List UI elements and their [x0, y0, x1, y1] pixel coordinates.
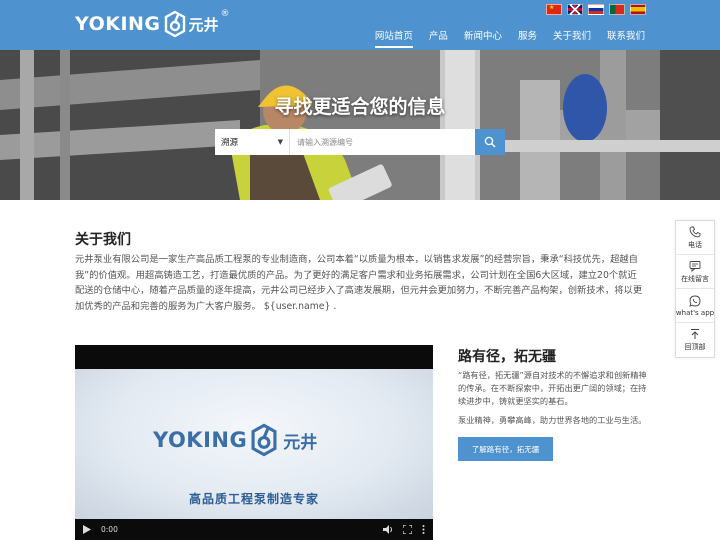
main-nav: 网站首页 产品 新闻中心 服务 关于我们 联系我们: [374, 28, 645, 48]
nav-item-products[interactable]: 产品: [429, 28, 448, 48]
side-label-message: 在线留言: [681, 274, 709, 283]
side-label-whatsapp: what's app: [675, 308, 715, 317]
russia-flag-icon[interactable]: [588, 4, 604, 15]
logo-mark-icon: [164, 10, 185, 38]
video-frame: YOKING 元井 高品质工程泵制造专家: [75, 369, 433, 519]
video-time: 0:00: [101, 524, 118, 534]
chevron-down-icon: ▼: [277, 138, 283, 146]
whatsapp-icon: [689, 295, 701, 307]
fullscreen-icon[interactable]: [403, 524, 412, 534]
search-button[interactable]: [475, 129, 505, 155]
language-switcher: [546, 4, 646, 15]
back-to-top-icon: [691, 329, 699, 339]
message-icon: [689, 260, 701, 272]
promo-video-player[interactable]: YOKING 元井 高品质工程泵制造专家 0:00: [75, 345, 433, 540]
hero-banner: 寻找更适合您的信息 溯源 ▼: [0, 50, 720, 200]
video-logo-text: YOKING: [153, 428, 248, 452]
site-logo[interactable]: YOKING 元井 ®: [75, 8, 230, 40]
side-item-message[interactable]: 在线留言: [676, 255, 714, 289]
phone-icon: [689, 226, 701, 237]
nav-item-home[interactable]: 网站首页: [374, 28, 413, 48]
about-description: 元井泵业有限公司是一家生产高品质工程泵的专业制造商，公司本着“以质量为根本，以销…: [75, 254, 643, 312]
logo-registered-mark: ®: [220, 9, 230, 19]
search-type-value: 溯源: [221, 138, 239, 148]
video-logo-mark-icon: [251, 423, 277, 457]
video-logo: YOKING 元井: [153, 423, 317, 457]
learn-more-button[interactable]: 了解路有径，拓无疆: [458, 437, 553, 461]
video-logo-cn: 元井: [283, 432, 318, 453]
side-item-back-to-top[interactable]: 回顶部: [676, 323, 714, 357]
search-icon: [484, 136, 496, 148]
video-controls: 0:00: [75, 518, 433, 540]
video-tagline: 高品质工程泵制造专家: [188, 492, 319, 506]
play-icon[interactable]: [83, 524, 91, 534]
volume-icon[interactable]: [383, 524, 393, 534]
side-label-phone: 电话: [688, 240, 702, 249]
logo-cn: 元井: [188, 15, 219, 34]
feature-paragraph-2: 泵业精神，勇攀高峰，助力世界各地的工业与生活。: [458, 415, 647, 425]
side-float-toolbar: 电话 在线留言 what's app 回顶部: [675, 220, 715, 358]
uk-flag-icon[interactable]: [567, 4, 583, 15]
hero-title: 寻找更适合您的信息: [274, 96, 446, 118]
more-options-icon[interactable]: [422, 524, 425, 534]
portugal-flag-icon[interactable]: [609, 4, 625, 15]
about-title: 关于我们: [75, 232, 131, 248]
feature-paragraph-1: “路有径，拓无疆”源自对技术的不懈追求和创新精神的传承。在不断探索中，开拓出更广…: [458, 370, 647, 406]
side-item-phone[interactable]: 电话: [676, 221, 714, 255]
nav-item-service[interactable]: 服务: [518, 28, 537, 48]
nav-item-news[interactable]: 新闻中心: [464, 28, 502, 48]
side-item-whatsapp[interactable]: what's app: [676, 289, 714, 323]
chinese-flag-icon[interactable]: [546, 4, 562, 15]
logo-text: YOKING: [75, 13, 161, 35]
trace-number-input[interactable]: [290, 129, 475, 155]
side-label-back-to-top: 回顶部: [684, 343, 706, 351]
trace-search-bar: 溯源 ▼: [215, 129, 505, 155]
site-header: YOKING 元井 ® 网站首页 产品 新闻中心 服务 关于我们 联系我们: [0, 0, 720, 50]
search-type-select[interactable]: 溯源 ▼: [215, 129, 290, 155]
nav-item-about[interactable]: 关于我们: [553, 28, 591, 48]
feature-title: 路有径，拓无疆: [458, 349, 556, 365]
spain-flag-icon[interactable]: [630, 4, 646, 15]
nav-item-contact[interactable]: 联系我们: [607, 28, 645, 48]
hero-background-image: [0, 50, 720, 200]
